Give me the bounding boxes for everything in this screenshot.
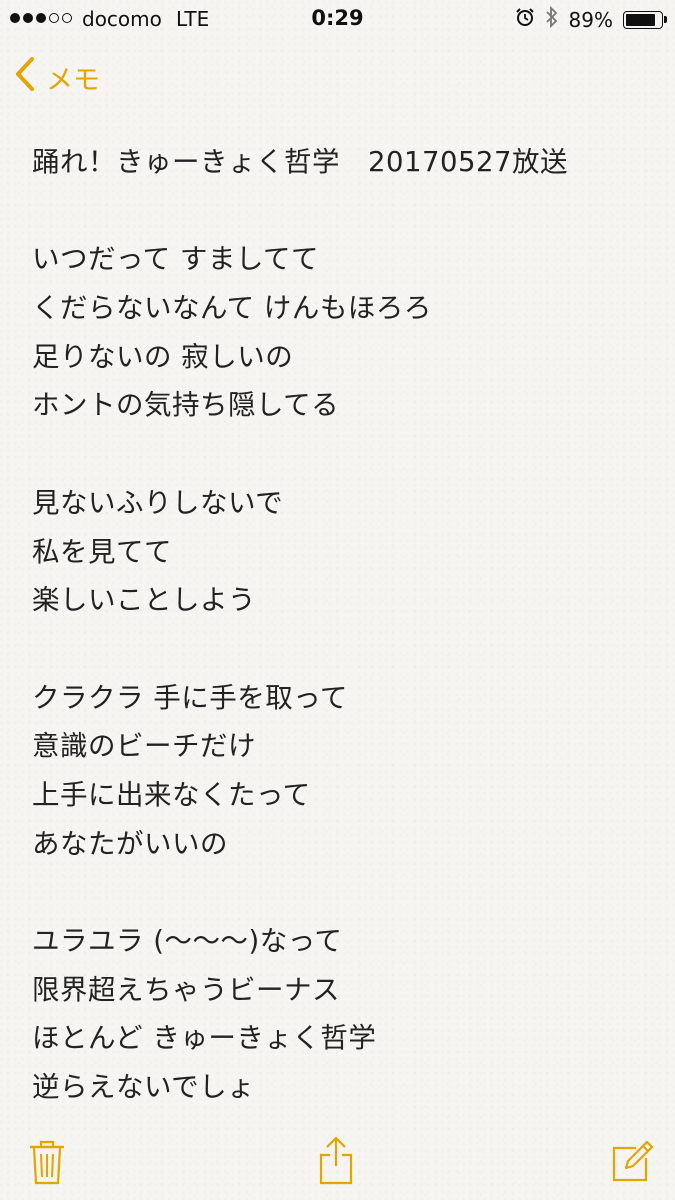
note-line: 逆らえないでしょ bbox=[32, 1071, 256, 1104]
note-line: 足りないの 寂しいの bbox=[32, 340, 294, 373]
note-line: 見ないふりしないで bbox=[32, 486, 284, 519]
share-button[interactable] bbox=[318, 1136, 354, 1190]
alarm-icon bbox=[515, 7, 535, 32]
status-bar: docomo LTE 0:29 89% bbox=[0, 0, 675, 40]
note-line: 私を見てて bbox=[32, 535, 172, 568]
battery-fill bbox=[626, 13, 656, 26]
note-blank-line bbox=[32, 625, 652, 674]
navigation-bar: メモ bbox=[0, 52, 675, 102]
note-body[interactable]: 踊れ！きゅーきょく哲学 20170527放送 いつだって すましててくだらないな… bbox=[32, 138, 652, 1112]
back-button[interactable]: メモ bbox=[14, 56, 100, 99]
note-line: クラクラ 手に手を取って bbox=[32, 681, 348, 714]
chevron-left-icon bbox=[14, 56, 36, 99]
note-blank-line bbox=[32, 187, 652, 236]
bottom-toolbar bbox=[0, 1120, 675, 1200]
back-button-label: メモ bbox=[46, 65, 100, 96]
trash-icon bbox=[30, 1140, 64, 1185]
note-blank-line bbox=[32, 430, 652, 479]
note-line: ユラユラ (〜〜〜)なって bbox=[32, 925, 343, 957]
note-line: いつだって すましてて bbox=[32, 243, 320, 276]
compose-icon bbox=[612, 1140, 654, 1182]
trash-button[interactable] bbox=[28, 1140, 66, 1190]
note-line: 上手に出来なくたって bbox=[32, 778, 311, 811]
note-line: くだらないなんて けんもほろろ bbox=[32, 292, 432, 325]
note-title: 踊れ！きゅーきょく哲学 20170527放送 bbox=[32, 146, 568, 178]
note-line: ホントの気持ち隠してる bbox=[32, 389, 340, 422]
battery-percentage: 89% bbox=[568, 7, 613, 32]
note-line: 限界超えちゃうビーナス bbox=[32, 973, 340, 1006]
compose-button[interactable] bbox=[610, 1140, 654, 1188]
note-line: 意識のビーチだけ bbox=[32, 730, 256, 763]
note-line: ほとんど きゅーきょく哲学 bbox=[32, 1022, 377, 1055]
share-icon bbox=[319, 1136, 353, 1185]
battery-icon bbox=[623, 10, 667, 29]
bluetooth-icon bbox=[545, 5, 559, 33]
status-right: 89% bbox=[515, 5, 667, 33]
note-line: 楽しいことしよう bbox=[32, 584, 256, 617]
note-line: あなたがいいの bbox=[32, 827, 228, 860]
note-blank-line bbox=[32, 868, 652, 917]
notes-screen: docomo LTE 0:29 89% メモ 踊れ！きゅーきょく哲学 20170… bbox=[0, 0, 675, 1200]
